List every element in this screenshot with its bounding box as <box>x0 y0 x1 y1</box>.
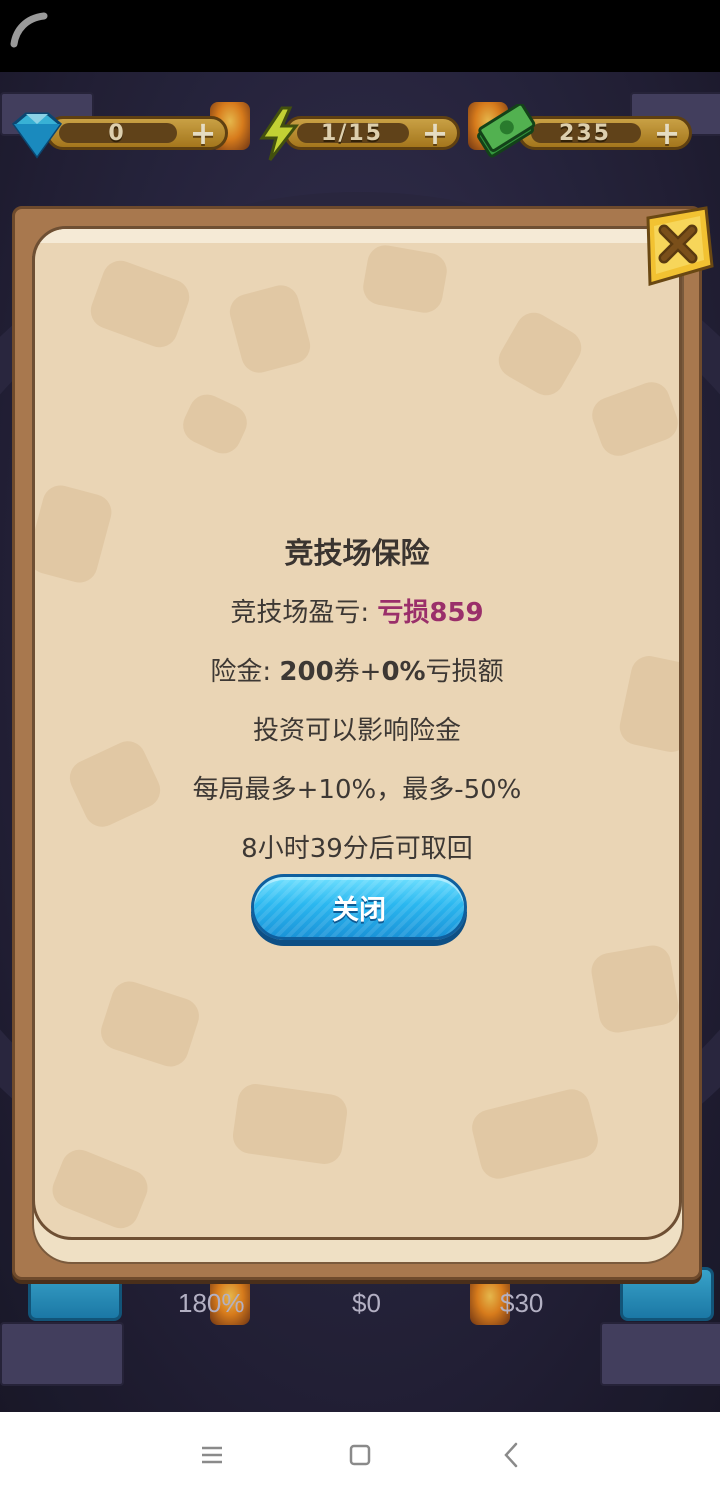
pnl-label: 竞技场盈亏: <box>230 598 378 628</box>
close-button-label: 关闭 <box>332 894 386 926</box>
menu-icon[interactable] <box>192 1440 232 1470</box>
pnl-value: 亏损859 <box>377 598 484 628</box>
parchment-stone <box>468 1085 602 1183</box>
signal-arc-icon <box>10 12 48 48</box>
parchment-stone <box>492 306 588 402</box>
parchment-stone <box>587 377 679 461</box>
payout-percent: 0% <box>381 657 426 687</box>
parchment-stone <box>96 976 204 1072</box>
home-icon[interactable] <box>340 1440 380 1470</box>
investment-note: 投资可以影响险金 <box>252 716 461 746</box>
parchment-stone <box>360 242 450 316</box>
time-note: 8小时39分后可取回 <box>241 834 473 864</box>
parchment-stone <box>225 281 315 377</box>
payout-label: 险金: <box>210 657 280 687</box>
status-bar <box>0 0 720 72</box>
parchment-stone <box>85 255 195 353</box>
navigation-bar <box>0 1412 720 1499</box>
arena-pnl-line: 竞技场盈亏: 亏损859 <box>32 592 682 629</box>
dialog-title: 竞技场保险 <box>284 536 430 570</box>
payout-line: 险金: 200券+0%亏损额 <box>32 651 682 688</box>
close-dialog-button[interactable] <box>640 204 716 290</box>
parchment-stone <box>47 1144 153 1234</box>
payout-unit: 券+ <box>333 657 382 687</box>
back-icon[interactable] <box>492 1440 532 1470</box>
range-note: 每局最多+10%，最多-50% <box>192 775 522 805</box>
payout-amount: 200 <box>279 657 334 687</box>
parchment-stone <box>177 388 253 460</box>
parchment-stone <box>230 1081 350 1167</box>
close-button[interactable]: 关闭 <box>251 874 467 948</box>
payout-suffix: 亏损额 <box>425 657 504 687</box>
parchment-stone <box>588 942 679 1036</box>
